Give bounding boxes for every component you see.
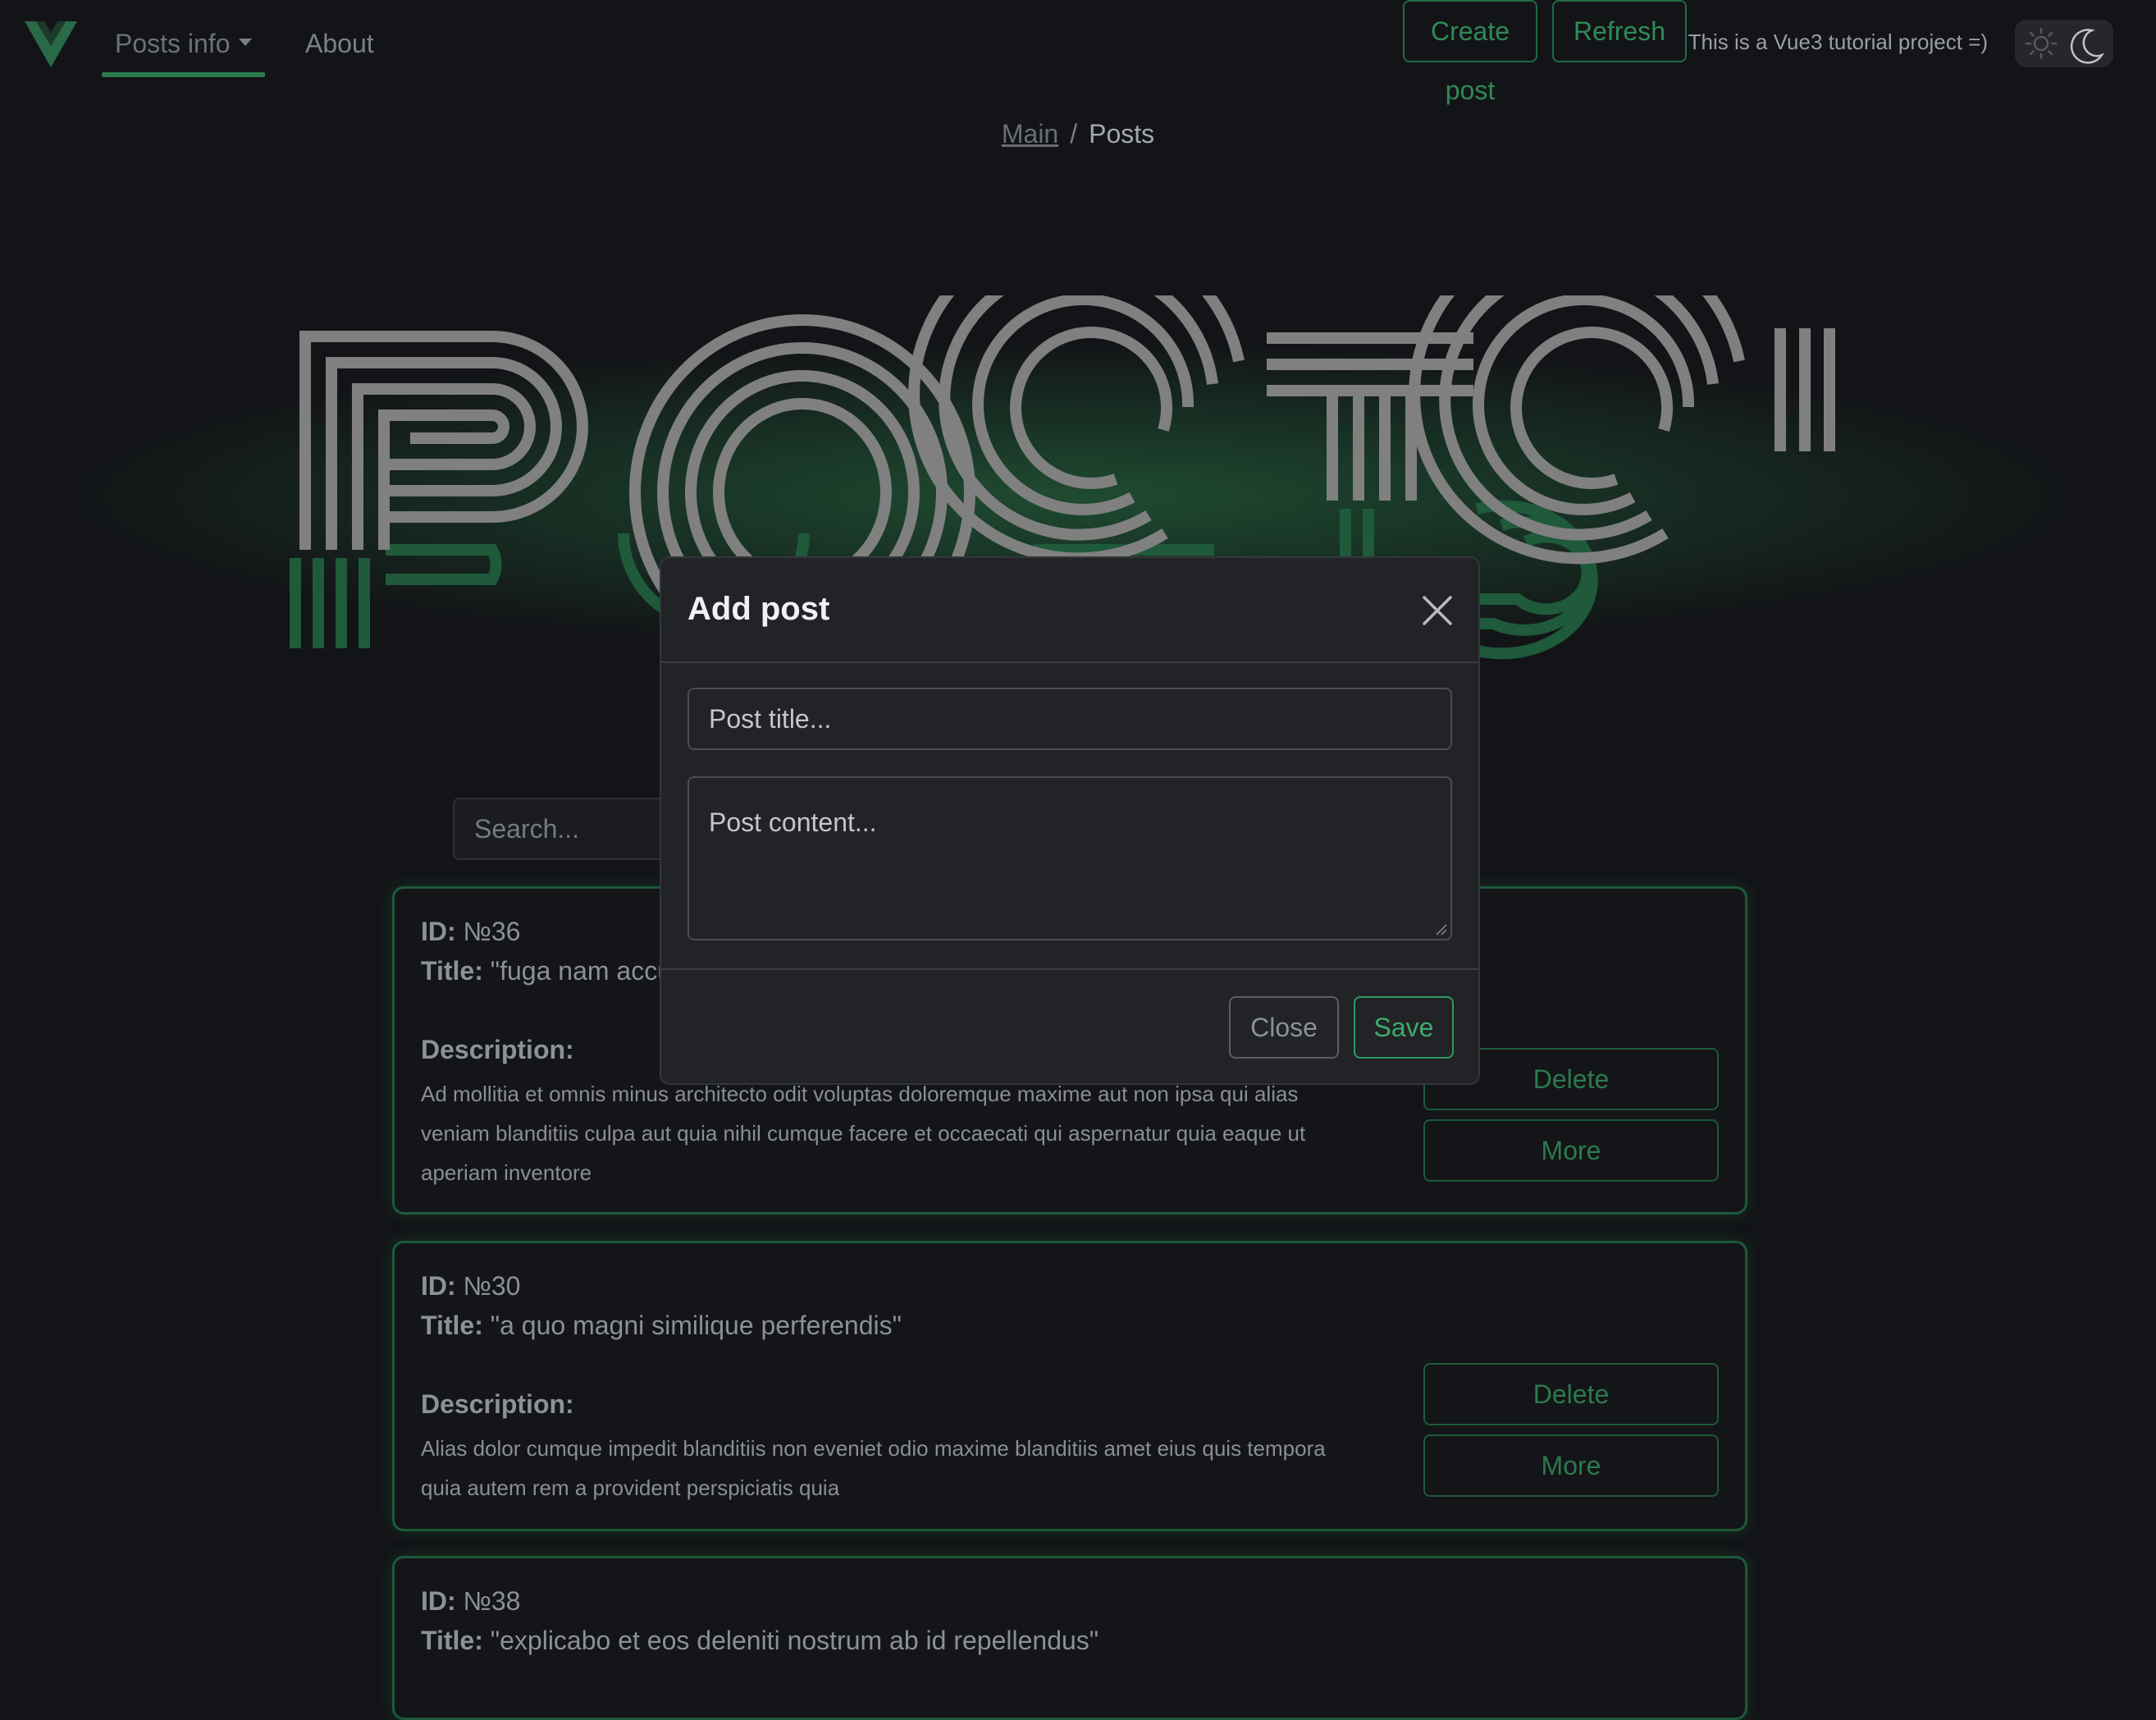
- post-title-value: "a quo magni similique perferendis": [490, 1311, 902, 1340]
- breadcrumb-main-link[interactable]: Main: [1002, 119, 1058, 149]
- post-card: ID: №38 Title: "explicabo et eos delenit…: [392, 1556, 1747, 1720]
- close-icon[interactable]: [1421, 594, 1454, 627]
- post-card: ID: №30 Title: "a quo magni similique pe…: [392, 1241, 1747, 1531]
- create-post-button[interactable]: Create post: [1403, 0, 1537, 105]
- close-button[interactable]: Close: [1229, 996, 1339, 1059]
- post-id-label: ID:: [421, 1586, 456, 1616]
- post-description-label: Description:: [421, 1389, 574, 1419]
- post-id-label: ID:: [421, 1271, 456, 1301]
- refresh-button[interactable]: Refresh: [1552, 0, 1687, 62]
- breadcrumb-separator: /: [1070, 119, 1078, 149]
- nav-about-link[interactable]: About: [305, 25, 374, 62]
- save-button[interactable]: Save: [1354, 996, 1454, 1059]
- theme-toggle[interactable]: [2015, 20, 2113, 67]
- post-title-line: Title: "explicabo et eos deleniti nostru…: [421, 1626, 1099, 1656]
- add-post-modal: Add post Post title... Post content... C…: [660, 556, 1480, 1085]
- post-description: Alias dolor cumque impedit blanditiis no…: [421, 1436, 1326, 1500]
- more-post-button[interactable]: More: [1423, 1434, 1719, 1497]
- modal-header: Add post: [661, 558, 1478, 663]
- post-id-label: ID:: [421, 917, 456, 946]
- post-id-value: №36: [463, 917, 521, 946]
- post-title-label: Title:: [421, 1626, 483, 1655]
- post-title-field[interactable]: Post title...: [687, 688, 1452, 750]
- modal-title: Add post: [687, 591, 830, 627]
- post-id-line: ID: №30: [421, 1271, 520, 1301]
- post-content-field[interactable]: Post content...: [687, 776, 1452, 940]
- navbar: Posts info About This is a Vue3 tutorial…: [0, 0, 2156, 86]
- breadcrumb-current: Posts: [1089, 119, 1155, 149]
- post-title-label: Title:: [421, 956, 483, 986]
- modal-footer: Close Save: [661, 968, 1478, 1085]
- post-id-value: №38: [463, 1586, 521, 1616]
- post-title-value: "explicabo et eos deleniti nostrum ab id…: [490, 1626, 1099, 1655]
- moon-icon[interactable]: [2067, 27, 2105, 65]
- delete-post-button[interactable]: Delete: [1423, 1363, 1719, 1425]
- post-title-line: Title: "a quo magni similique perferendi…: [421, 1311, 902, 1341]
- nav-note: This is a Vue3 tutorial project =): [1688, 30, 1988, 54]
- post-content-placeholder: Post content...: [709, 807, 877, 837]
- sun-icon[interactable]: [2025, 27, 2058, 60]
- post-title-label: Title:: [421, 1311, 483, 1340]
- post-id-line: ID: №38: [421, 1586, 520, 1617]
- nav-posts-info-label: Posts info: [115, 29, 231, 58]
- vue-logo-icon[interactable]: [25, 21, 77, 67]
- post-id-line: ID: №36: [421, 917, 520, 947]
- breadcrumb: Main / Posts: [0, 119, 2156, 149]
- post-description: Ad mollitia et omnis minus architecto od…: [421, 1082, 1306, 1185]
- more-post-button[interactable]: More: [1423, 1119, 1719, 1182]
- post-description-label: Description:: [421, 1035, 574, 1064]
- nav-posts-info-dropdown[interactable]: Posts info: [102, 25, 264, 77]
- resize-grip-icon[interactable]: [1434, 922, 1447, 935]
- caret-down-icon: [238, 39, 252, 47]
- post-id-value: №30: [463, 1271, 521, 1301]
